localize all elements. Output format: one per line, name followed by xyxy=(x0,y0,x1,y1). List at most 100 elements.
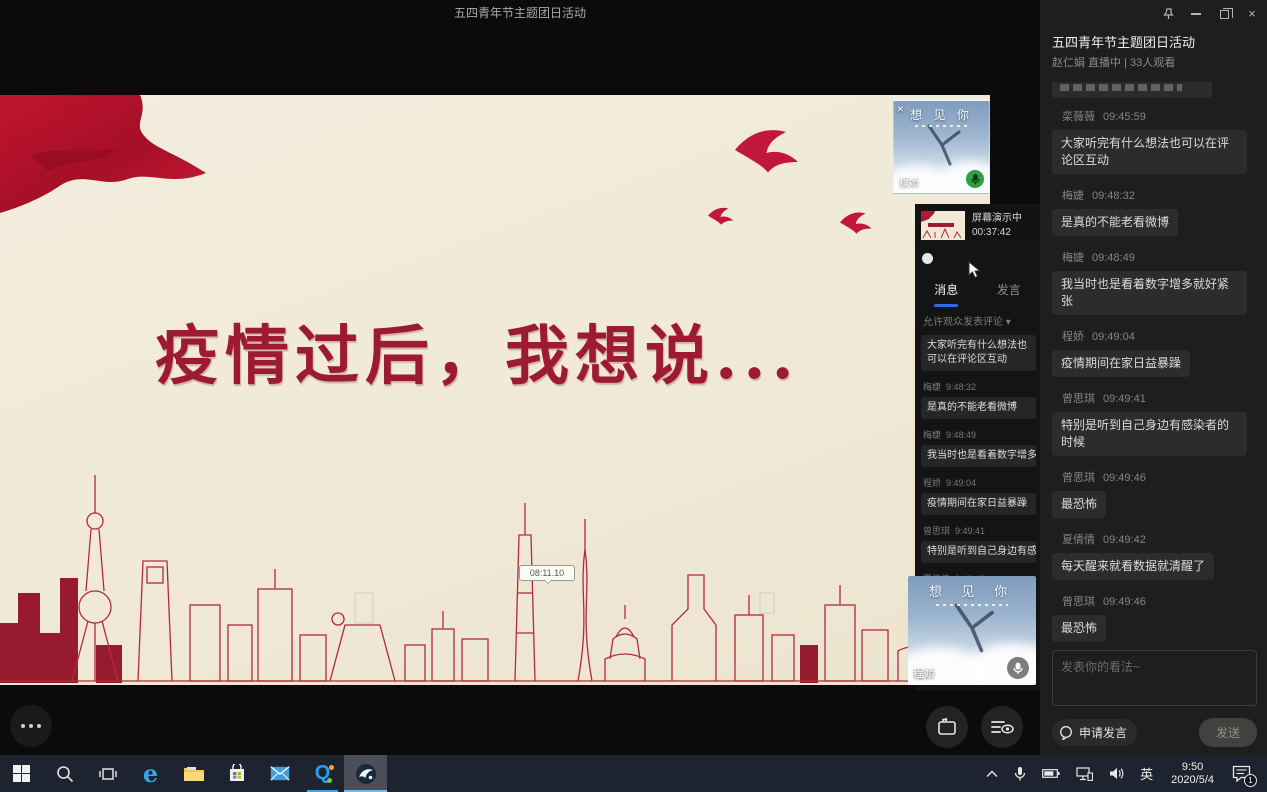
send-button[interactable]: 发送 xyxy=(1199,718,1257,747)
task-view-icon xyxy=(99,766,117,782)
ethernet-icon xyxy=(1076,767,1093,781)
share-thumbnail xyxy=(921,211,965,240)
store-bag-icon xyxy=(228,764,246,783)
chat-message: 曾思琪09:49:46 最恐怖 xyxy=(1052,593,1257,642)
poster-subtitle-graphic xyxy=(915,125,968,127)
microphone-icon xyxy=(1014,766,1026,782)
overlay-message-list: 大家听完有什么想法也可以在评论区互动 梅婕 9:48:32 是真的不能老看微博 … xyxy=(921,335,1038,611)
edge-icon: e xyxy=(143,759,158,788)
poster-subtitle-graphic xyxy=(936,604,1008,606)
tray-battery-button[interactable] xyxy=(1036,755,1066,792)
windows-logo-icon xyxy=(13,765,30,782)
caret-down-icon: ▾ xyxy=(1006,317,1011,328)
tray-network-button[interactable] xyxy=(1070,755,1099,792)
poster-title: 想 见 你 xyxy=(908,581,1036,600)
input-language-button[interactable]: 英 xyxy=(1134,755,1159,792)
live-app-button[interactable] xyxy=(344,755,387,792)
window-title: 五四青年节主题团日活动 xyxy=(0,4,1040,21)
sidebar-window-controls: × xyxy=(1161,7,1259,21)
chat-message: 大家听完有什么想法也可以在评论区互动 xyxy=(921,335,1038,371)
file-explorer-button[interactable] xyxy=(172,755,215,792)
live-app-icon xyxy=(355,763,377,785)
search-button[interactable] xyxy=(43,755,86,792)
message-bubble: 大家听完有什么想法也可以在评论区互动 xyxy=(1052,130,1247,174)
close-icon[interactable]: × xyxy=(1245,7,1259,21)
red-flag-graphic xyxy=(0,95,225,230)
message-bubble: 我当时也是看着数字增多就好紧张 xyxy=(1052,271,1247,315)
search-icon xyxy=(56,765,74,783)
meeting-subtitle: 赵仁娟 直播中 | 33人观看 xyxy=(1052,54,1175,70)
video-tile-bottom[interactable]: 想 见 你 程娇 xyxy=(908,576,1036,685)
chat-message-partial xyxy=(1052,82,1212,98)
meeting-title: 五四青年节主题团日活动 xyxy=(1052,32,1195,51)
taskbar-clock[interactable]: 9:50 2020/5/4 xyxy=(1163,761,1222,787)
city-skyline-graphic xyxy=(0,473,990,685)
comment-permission-dropdown[interactable]: 允许观众发表评论 ▾ xyxy=(923,313,1011,328)
message-bubble: 大家听完有什么想法也可以在评论区互动 xyxy=(921,335,1036,371)
chat-message: 曾思琪 9:49:41 特别是听到自己身边有感染者的时候 xyxy=(921,524,1038,563)
action-center-button[interactable]: 1 xyxy=(1226,755,1261,792)
battery-icon xyxy=(1042,768,1060,779)
microsoft-store-button[interactable] xyxy=(215,755,258,792)
tray-expand-button[interactable] xyxy=(980,755,1004,792)
message-bubble: 疫情期间在家日益暴躁 xyxy=(1052,350,1190,377)
tab-messages[interactable]: 消息 xyxy=(934,281,958,303)
switch-view-button[interactable] xyxy=(926,706,968,748)
share-duration: 00:37:42 xyxy=(972,226,1022,240)
message-bubble: 疫情期间在家日益暴躁 xyxy=(921,493,1036,515)
clock-time: 9:50 xyxy=(1171,761,1214,774)
task-view-button[interactable] xyxy=(86,755,129,792)
request-speak-button[interactable]: 申请发言 xyxy=(1052,719,1137,746)
chat-message: 程娇 9:49:04 疫情期间在家日益暴躁 xyxy=(921,476,1038,515)
screen-share-banner: 屏幕演示中 00:37:42 xyxy=(915,204,1040,247)
folder-icon xyxy=(183,765,205,782)
switch-view-icon xyxy=(936,718,958,736)
message-bubble: 是真的不能老看微博 xyxy=(921,397,1036,419)
pin-icon[interactable] xyxy=(1161,7,1175,21)
viewer-list-button[interactable] xyxy=(981,706,1023,748)
clock-date: 2020/5/4 xyxy=(1171,774,1214,787)
speaker-icon xyxy=(1109,767,1124,780)
mouse-cursor xyxy=(967,261,981,279)
notification-badge: 1 xyxy=(1244,774,1257,787)
more-options-button[interactable] xyxy=(10,705,52,747)
screen: 五四青年节主题团日活动 疫情过后，我想说... xyxy=(0,0,1267,792)
ellipsis-icon xyxy=(21,724,41,728)
chat-message: 梅婕09:48:49 我当时也是看着数字增多就好紧张 xyxy=(1052,249,1257,315)
windows-taskbar: e xyxy=(0,755,1267,792)
shared-slide: 疫情过后，我想说... xyxy=(0,95,990,685)
chat-message: 曾思琪09:49:46 最恐怖 xyxy=(1052,469,1257,518)
mail-button[interactable] xyxy=(258,755,301,792)
message-bubble: 每天醒来就看数据就清醒了 xyxy=(1052,553,1214,580)
message-bubble: 最恐怖 xyxy=(1052,491,1106,518)
message-bubble: 是真的不能老看微博 xyxy=(1052,209,1178,236)
microphone-icon xyxy=(1007,657,1029,679)
restore-icon[interactable] xyxy=(1217,7,1231,21)
list-eye-icon xyxy=(990,719,1014,735)
chat-message: 程娇09:49:04 疫情期间在家日益暴躁 xyxy=(1052,328,1257,377)
participant-name: 程娇 xyxy=(913,665,935,681)
minimize-icon[interactable] xyxy=(1189,7,1203,21)
chat-message: 曾思琪09:49:41 特别是听到自己身边有感染者的时候 xyxy=(1052,390,1257,456)
chat-message-list[interactable]: 栾薇薇09:45:59 大家听完有什么想法也可以在评论区互动 梅婕09:48:3… xyxy=(1052,82,1257,644)
message-bubble: 最恐怖 xyxy=(1052,615,1106,642)
tray-microphone-button[interactable] xyxy=(1008,755,1032,792)
q-app-icon: Q xyxy=(315,762,331,785)
overlay-tabs: 消息 发言 xyxy=(915,281,1040,303)
video-tile-top[interactable]: × 想 见 你 程娇 xyxy=(893,100,990,194)
participant-name: 程娇 xyxy=(899,174,919,189)
meeting-app-button[interactable]: Q xyxy=(301,755,344,792)
microphone-on-icon xyxy=(966,170,984,188)
chat-message: 夏倩倩09:49:42 每天醒来就看数据就清醒了 xyxy=(1052,531,1257,580)
tab-speak[interactable]: 发言 xyxy=(997,281,1021,303)
comment-input[interactable] xyxy=(1052,650,1257,706)
share-status: 屏幕演示中 xyxy=(972,212,1022,226)
record-dot-icon xyxy=(922,253,933,264)
start-button[interactable] xyxy=(0,755,43,792)
speak-bubble-icon xyxy=(1059,725,1074,740)
chat-message: 梅婕 9:48:49 我当时也是看着数字增多就好紧张 xyxy=(921,428,1038,467)
edge-browser-button[interactable]: e xyxy=(129,755,172,792)
main-window: 五四青年节主题团日活动 疫情过后，我想说... xyxy=(0,0,1040,755)
message-bubble: 特别是听到自己身边有感染者的时候 xyxy=(921,541,1036,563)
tray-volume-button[interactable] xyxy=(1103,755,1130,792)
